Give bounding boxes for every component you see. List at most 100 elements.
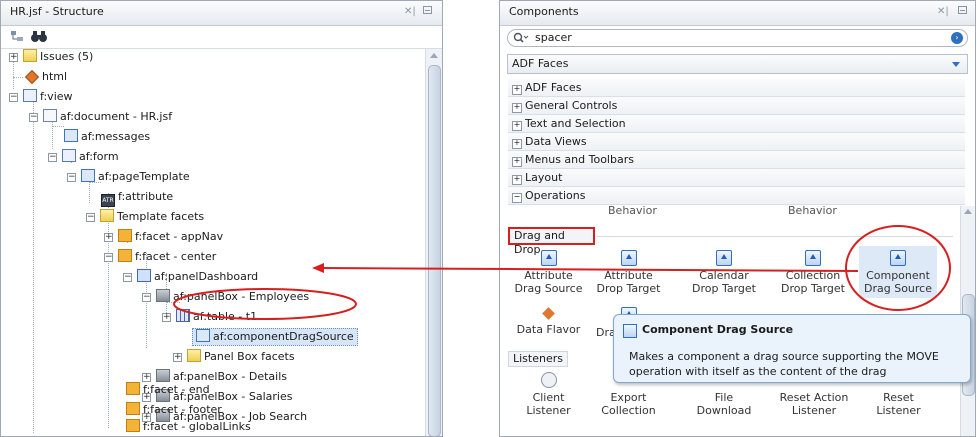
close-icon[interactable]: ✕| <box>404 6 416 17</box>
tree-node-facet-footer[interactable]: f:facet - footer <box>126 402 222 418</box>
structure-toolbar <box>1 26 442 49</box>
drag-source-icon <box>540 250 557 266</box>
expand-toggle[interactable]: + <box>142 373 151 382</box>
expand-toggle: + <box>512 102 522 113</box>
folder-warning-icon <box>23 49 37 62</box>
category-menus-and-toolbars[interactable]: + Menus and Toolbars <box>508 151 965 169</box>
components-title: Components <box>509 5 579 18</box>
structure-panel: HR.jsf - Structure ✕| + Issues (5) html … <box>0 0 443 437</box>
tooltip-title: Component Drag Source <box>642 323 794 336</box>
scrollbar-thumb[interactable] <box>428 65 441 436</box>
page-template-icon <box>81 169 95 182</box>
collapse-toggle[interactable]: − <box>123 273 132 282</box>
collapse-toggle[interactable]: − <box>86 213 95 222</box>
drag-source-icon <box>890 250 906 266</box>
html-tag-icon <box>24 69 40 85</box>
collapse-toggle[interactable]: − <box>67 173 76 182</box>
tree-node-facet-center[interactable]: f:facet - center <box>118 249 216 265</box>
expand-toggle[interactable]: + <box>104 233 113 242</box>
expand-toggle[interactable]: + <box>162 313 171 322</box>
facet-icon <box>118 229 132 242</box>
form-icon <box>62 149 76 162</box>
category-layout[interactable]: + Layout <box>508 169 965 187</box>
collapse-toggle[interactable]: − <box>142 293 151 302</box>
expand-toggle[interactable]: + <box>173 353 182 362</box>
table-icon <box>176 309 190 322</box>
component-component-drag-source[interactable]: Component Drag Source <box>859 246 937 298</box>
drop-target-icon <box>716 250 732 266</box>
library-dropdown-value: ADF Faces <box>512 57 569 70</box>
tree-node-af-document[interactable]: af:document - HR.jsf <box>43 109 172 125</box>
close-icon[interactable]: ✕| <box>937 6 949 17</box>
section-divider <box>597 236 953 237</box>
tree-node-f-attribute[interactable]: ATR f:attribute <box>101 189 173 207</box>
data-flavor-icon <box>542 307 555 320</box>
tree-node-template-facets[interactable]: Template facets <box>100 209 204 225</box>
structure-tree: + Issues (5) html − f:view − af:document… <box>1 49 426 436</box>
tree-node-f-view[interactable]: f:view <box>23 89 73 105</box>
tree-node-af-pagetemplate[interactable]: af:pageTemplate <box>81 169 190 185</box>
drag-and-drop-section-label: Drag and Drop <box>508 227 595 256</box>
listener-icon <box>540 372 557 388</box>
minimize-icon[interactable] <box>958 6 967 14</box>
drop-target-icon <box>805 250 821 266</box>
hierarchy-icon[interactable] <box>10 30 24 43</box>
scroll-up-arrow-icon[interactable] <box>964 209 972 214</box>
listeners-section-label: Listeners <box>508 351 568 367</box>
scroll-up-arrow-icon[interactable] <box>430 53 438 58</box>
component-collection-drop-target[interactable]: Collection Drop Target <box>773 250 853 295</box>
tree-node-panelbox-employees[interactable]: af:panelBox - Employees <box>156 289 309 305</box>
tree-node-af-paneldashboard[interactable]: af:panelDashboard <box>137 269 258 285</box>
search-go-icon[interactable]: › <box>951 32 963 44</box>
category-operations[interactable]: − Operations <box>508 187 965 205</box>
collapse-toggle[interactable]: − <box>29 113 38 122</box>
tree-node-af-messages[interactable]: af:messages <box>64 129 150 145</box>
category-text-and-selection[interactable]: + Text and Selection <box>508 115 965 133</box>
expand-toggle: + <box>512 174 522 185</box>
component-attribute-drop-target[interactable]: Attribute Drop Target <box>591 250 666 295</box>
search-icon[interactable] <box>513 32 529 44</box>
category-adf-faces[interactable]: + ADF Faces <box>508 79 965 97</box>
category-general-controls[interactable]: + General Controls <box>508 97 965 115</box>
structure-title: HR.jsf - Structure <box>10 5 104 18</box>
tree-node-facet-globallinks[interactable]: f:facet - globalLinks <box>126 419 251 435</box>
drag-source-icon <box>196 329 210 342</box>
facet-icon <box>126 382 140 395</box>
expand-toggle[interactable]: + <box>9 53 18 62</box>
tree-node-issues[interactable]: Issues (5) <box>23 49 93 65</box>
collapse-toggle[interactable]: − <box>104 253 113 262</box>
library-dropdown[interactable]: ADF Faces <box>507 54 968 74</box>
structure-scrollbar[interactable] <box>425 49 442 436</box>
tree-node-facet-appnav[interactable]: f:facet - appNav <box>118 229 223 245</box>
component-attribute-drag-source[interactable]: Attribute Drag Source <box>511 250 586 295</box>
expand-toggle: + <box>512 156 522 167</box>
component-data-flavor[interactable]: Data Flavor <box>511 307 586 336</box>
behavior-label: Behavior <box>788 206 837 217</box>
attribute-tag-icon: ATR <box>101 194 115 207</box>
minimize-icon[interactable] <box>423 6 432 14</box>
component-calendar-drop-target[interactable]: Calendar Drop Target <box>684 250 764 295</box>
category-data-views[interactable]: + Data Views <box>508 133 965 151</box>
components-title-bar: Components ✕| <box>500 1 975 26</box>
expand-toggle: + <box>512 120 522 131</box>
document-icon <box>43 109 57 122</box>
dashboard-icon <box>137 269 151 282</box>
structure-title-bar: HR.jsf - Structure ✕| <box>1 1 442 26</box>
tree-node-html[interactable]: html <box>24 69 67 85</box>
search-input[interactable]: spacer <box>535 31 572 45</box>
drop-target-icon <box>620 250 637 266</box>
tree-node-af-table[interactable]: af:table - t1 <box>176 309 257 325</box>
tree-node-facet-end[interactable]: f:facet - end <box>126 382 210 398</box>
facet-icon <box>126 402 140 415</box>
tree-node-component-drag-source[interactable]: af:componentDragSource <box>192 328 358 346</box>
tree-node-panel-box-facets[interactable]: Panel Box facets <box>187 349 295 365</box>
tree-node-af-form[interactable]: af:form <box>62 149 119 165</box>
collapse-toggle[interactable]: − <box>48 153 57 162</box>
folder-icon <box>100 209 114 222</box>
binoculars-icon[interactable] <box>31 30 47 43</box>
component-client-listener[interactable]: Client Listener <box>511 372 586 417</box>
collapse-toggle[interactable]: − <box>9 93 18 102</box>
component-search-field[interactable]: spacer › <box>507 29 968 47</box>
folder-icon <box>187 349 201 362</box>
collapse-toggle: − <box>512 192 522 203</box>
